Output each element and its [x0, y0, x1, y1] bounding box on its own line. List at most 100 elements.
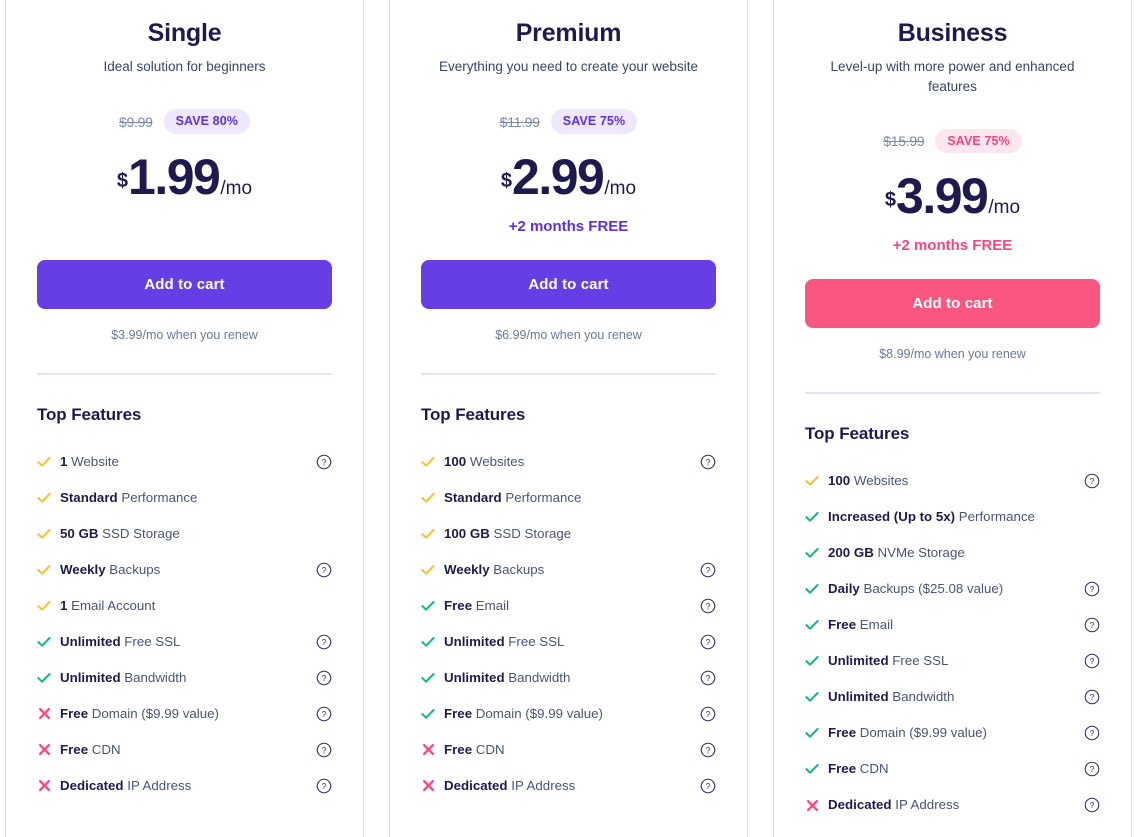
feature-item: Dedicated IP Address?	[37, 768, 332, 804]
help-icon[interactable]: ?	[700, 706, 716, 722]
add-to-cart-button[interactable]: Add to cart	[37, 259, 332, 309]
feature-rest: Domain ($9.99 value)	[472, 705, 603, 721]
svg-text:?: ?	[706, 565, 711, 575]
feature-rest: Bandwidth	[504, 669, 571, 685]
feature-item: 100 Websites?	[421, 444, 716, 480]
renewal-price-note: $3.99/mo when you renew	[111, 327, 258, 342]
feature-text: 100 GB SSD Storage	[444, 525, 691, 542]
renewal-price-note: $8.99/mo when you renew	[879, 347, 1026, 362]
feature-item: Free CDN?	[805, 751, 1100, 787]
help-icon[interactable]: ?	[700, 562, 716, 578]
feature-text: Dedicated IP Address	[60, 777, 307, 794]
help-icon[interactable]: ?	[1084, 581, 1100, 597]
feature-text: Free CDN	[444, 741, 691, 758]
feature-rest: IP Address	[507, 777, 576, 793]
feature-rest: IP Address	[123, 777, 192, 793]
price-period: /mo	[220, 177, 253, 199]
cross-icon	[37, 779, 51, 792]
feature-item: Unlimited Free SSL?	[805, 643, 1100, 679]
add-to-cart-button[interactable]: Add to cart	[805, 279, 1100, 329]
svg-text:?: ?	[322, 709, 327, 719]
feature-rest: Websites	[850, 473, 909, 489]
feature-item: Increased (Up to 5x) Performance?	[805, 499, 1100, 535]
help-icon[interactable]: ?	[700, 670, 716, 686]
old-price: $11.99	[499, 113, 540, 130]
help-icon[interactable]: ?	[700, 778, 716, 794]
help-icon[interactable]: ?	[1084, 761, 1100, 777]
feature-text: Unlimited Bandwidth	[444, 669, 691, 686]
check-green-icon	[805, 726, 819, 740]
feature-rest: Backups	[489, 561, 545, 577]
feature-item: Standard Performance?	[421, 480, 716, 516]
help-icon[interactable]: ?	[700, 598, 716, 614]
check-green-icon	[37, 671, 51, 685]
svg-text:?: ?	[706, 457, 711, 467]
main-price: $3.99/mo	[805, 171, 1100, 221]
plan-name: Single	[147, 19, 222, 47]
feature-item: Unlimited Free SSL?	[37, 624, 332, 660]
help-icon[interactable]: ?	[316, 562, 332, 578]
help-icon[interactable]: ?	[1084, 689, 1100, 705]
feature-rest: Websites	[466, 453, 525, 469]
feature-text: Free CDN	[60, 741, 307, 758]
check-yellow-icon	[37, 455, 51, 469]
feature-text: 100 Websites	[828, 472, 1075, 489]
feature-highlight: Free	[828, 761, 857, 777]
feature-text: Free Email	[828, 616, 1075, 633]
feature-rest: Backups	[105, 561, 161, 577]
help-icon[interactable]: ?	[1084, 617, 1100, 633]
help-icon[interactable]: ?	[1084, 725, 1100, 741]
check-green-icon	[805, 582, 819, 596]
check-green-icon	[421, 635, 435, 649]
feature-rest: Performance	[955, 509, 1035, 525]
check-yellow-icon	[421, 455, 435, 469]
feature-item: Free Domain ($9.99 value)?	[805, 715, 1100, 751]
help-icon[interactable]: ?	[1084, 653, 1100, 669]
plan-card-premium: Premium Everything you need to create you…	[389, 0, 748, 837]
feature-rest: Email	[856, 617, 894, 633]
feature-highlight: Free	[60, 705, 89, 721]
check-green-icon	[37, 635, 51, 649]
help-icon[interactable]: ?	[316, 454, 332, 470]
help-icon[interactable]: ?	[700, 454, 716, 470]
currency-symbol: $	[116, 169, 129, 192]
feature-item: Unlimited Bandwidth?	[805, 679, 1100, 715]
add-to-cart-button[interactable]: Add to cart	[421, 259, 716, 309]
help-icon[interactable]: ?	[700, 742, 716, 758]
feature-highlight: Free	[444, 597, 473, 613]
feature-highlight: Free	[444, 741, 473, 757]
feature-rest: CDN	[472, 741, 505, 757]
renewal-price-note: $6.99/mo when you renew	[495, 327, 642, 342]
plan-card-business: Business Level-up with more power and enh…	[773, 0, 1132, 837]
help-icon[interactable]: ?	[1084, 797, 1100, 813]
feature-rest: Performance	[501, 489, 582, 505]
check-yellow-icon	[37, 491, 51, 505]
help-icon[interactable]: ?	[700, 634, 716, 650]
svg-text:?: ?	[1090, 620, 1095, 630]
help-icon[interactable]: ?	[316, 634, 332, 650]
card-divider	[37, 372, 332, 375]
free-months-note: +2 months FREE	[892, 237, 1013, 255]
feature-text: 50 GB SSD Storage	[60, 525, 307, 542]
check-green-icon	[421, 599, 435, 613]
feature-text: Free Email	[444, 597, 691, 614]
feature-highlight: Free	[444, 705, 473, 721]
currency-symbol: $	[500, 169, 513, 192]
feature-text: Dedicated IP Address	[828, 796, 1075, 813]
feature-highlight: Free	[60, 741, 89, 757]
check-green-icon	[421, 671, 435, 685]
svg-text:?: ?	[1090, 656, 1095, 666]
help-icon[interactable]: ?	[316, 670, 332, 686]
feature-item: 1 Email Account?	[37, 588, 332, 624]
feature-text: 100 Websites	[444, 453, 691, 470]
help-icon[interactable]: ?	[316, 706, 332, 722]
check-green-icon	[805, 690, 819, 704]
help-icon[interactable]: ?	[316, 742, 332, 758]
old-price: $9.99	[119, 113, 153, 130]
help-icon[interactable]: ?	[1084, 473, 1100, 489]
feature-highlight: Dedicated	[444, 777, 508, 793]
svg-text:?: ?	[322, 745, 327, 755]
help-icon[interactable]: ?	[316, 778, 332, 794]
feature-rest: Domain ($9.99 value)	[856, 725, 987, 741]
feature-item: Dedicated IP Address?	[805, 787, 1100, 823]
